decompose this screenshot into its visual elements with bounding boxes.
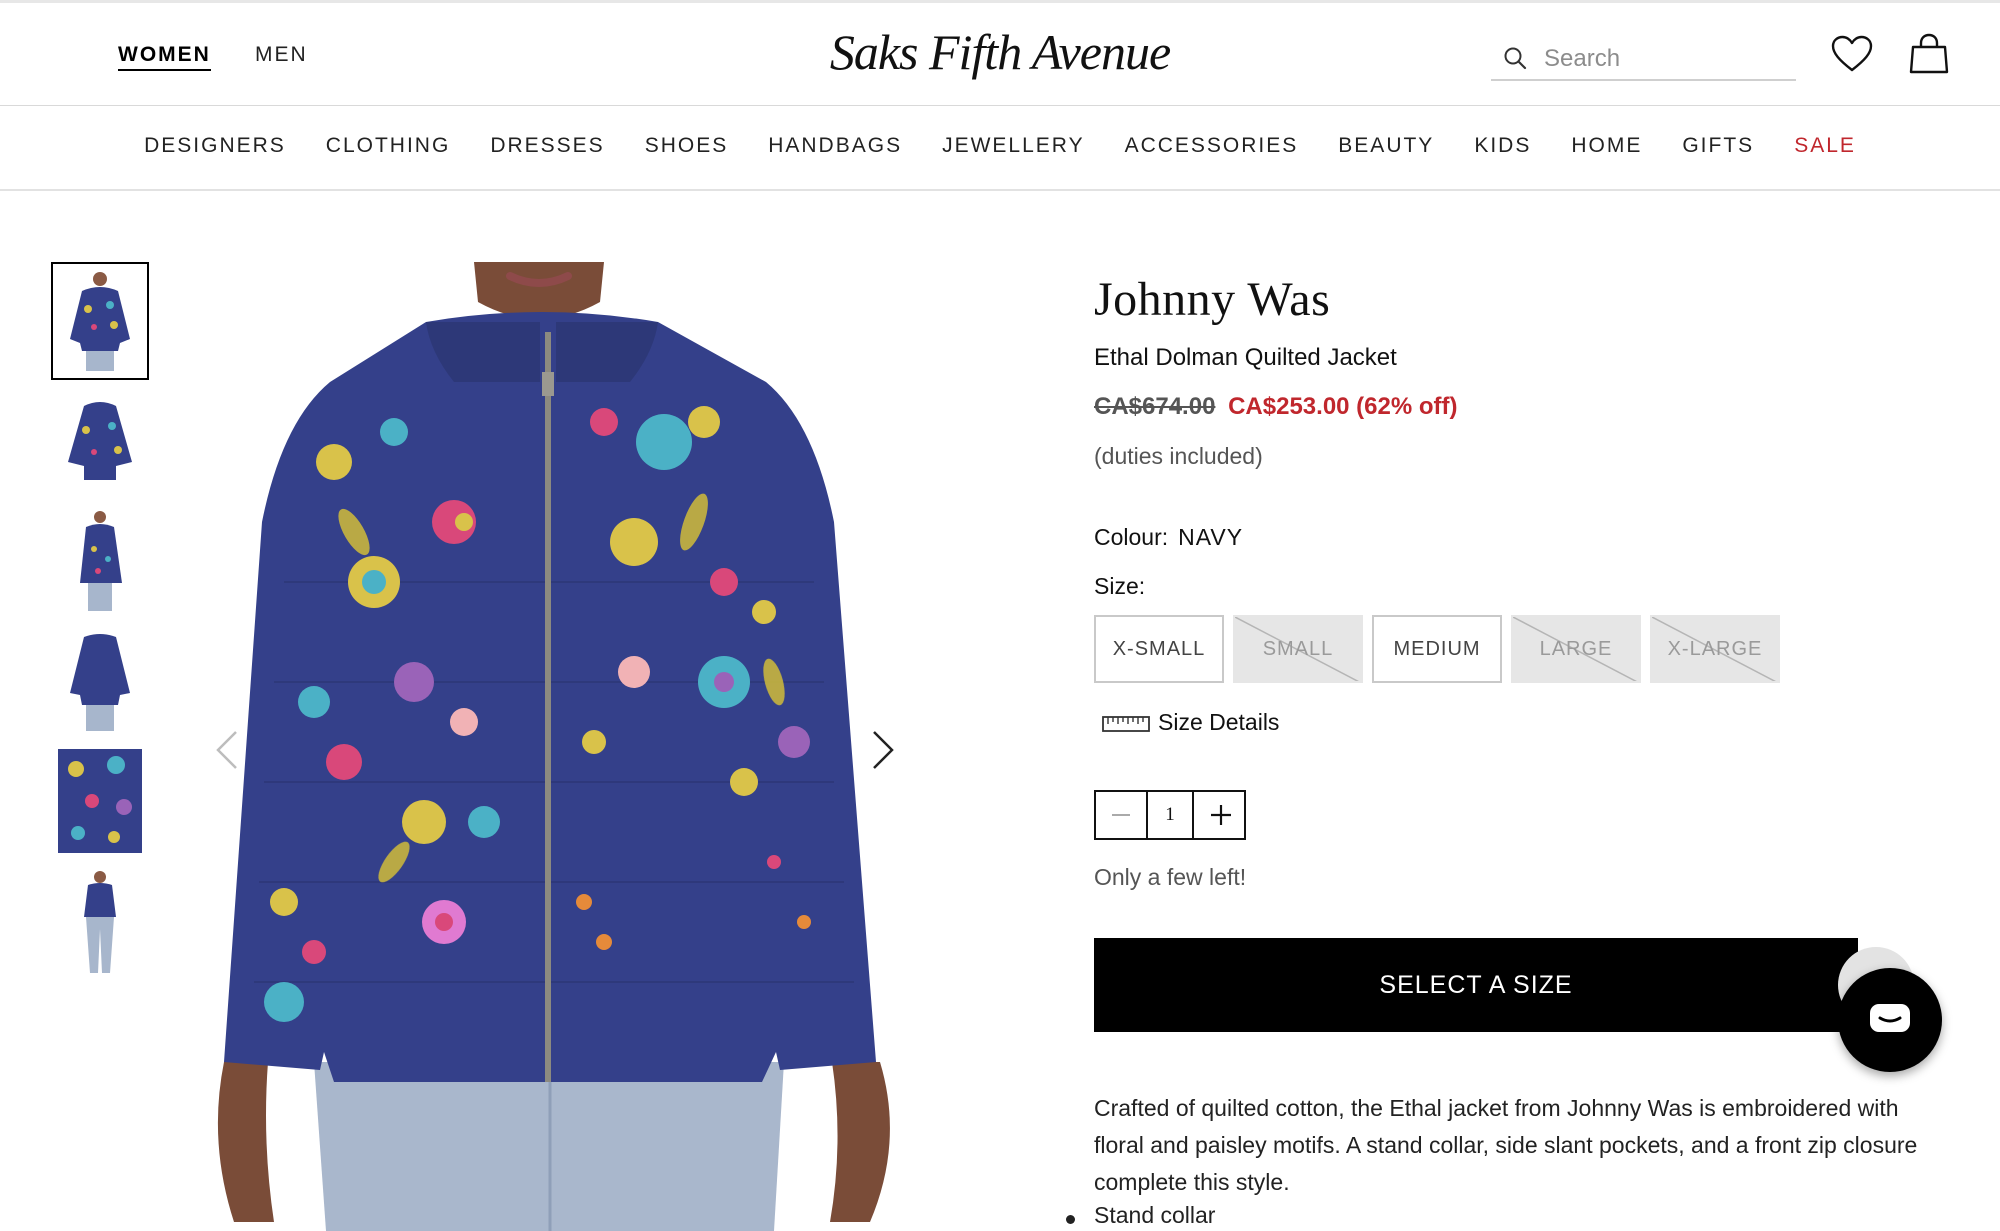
- product-description: Crafted of quilted cotton, the Ethal jac…: [1094, 1095, 1918, 1195]
- chat-button[interactable]: [1838, 968, 1942, 1072]
- size-option-large[interactable]: LARGE: [1511, 615, 1641, 683]
- brand-name[interactable]: Johnny Was: [1094, 272, 1330, 327]
- colour-label: Colour:: [1094, 524, 1169, 550]
- size-selector: X-SMALL SMALL MEDIUM LARGE X-LARGE: [1094, 615, 1854, 683]
- bag-icon[interactable]: [1908, 33, 1950, 80]
- nav-dresses[interactable]: DRESSES: [490, 134, 604, 158]
- minus-icon: [1112, 814, 1130, 816]
- size-option-small[interactable]: SMALL: [1233, 615, 1363, 683]
- nav-jewellery[interactable]: JEWELLERY: [942, 134, 1085, 158]
- thumbnail-1[interactable]: [51, 262, 149, 380]
- nav-beauty[interactable]: BEAUTY: [1338, 134, 1434, 158]
- nav-designers[interactable]: DESIGNERS: [144, 134, 286, 158]
- size-label: Size:: [1094, 573, 1146, 599]
- quantity-decrease-button[interactable]: [1096, 792, 1146, 838]
- search-icon: [1504, 47, 1527, 70]
- site-header: WOMEN MEN Saks Fifth Avenue: [0, 3, 2000, 106]
- nav-home[interactable]: HOME: [1571, 134, 1642, 158]
- colour-value: NAVY: [1178, 524, 1244, 550]
- bullet-dot: [1066, 1215, 1075, 1224]
- thumbnail-6[interactable]: [51, 862, 149, 980]
- quantity-stepper: 1: [1094, 790, 1246, 840]
- quantity-value[interactable]: 1: [1146, 792, 1194, 838]
- size-option-x-large[interactable]: X-LARGE: [1650, 615, 1780, 683]
- nav-kids[interactable]: KIDS: [1474, 134, 1531, 158]
- size-option-x-small[interactable]: X-SMALL: [1094, 615, 1224, 683]
- product-name: Ethal Dolman Quilted Jacket: [1094, 344, 1397, 371]
- heart-icon[interactable]: [1831, 35, 1873, 78]
- stock-note: Only a few left!: [1094, 864, 1247, 890]
- nav-handbags[interactable]: HANDBAGS: [768, 134, 902, 158]
- search-input[interactable]: [1542, 39, 1796, 79]
- sale-price: CA$253.00 (62% off): [1228, 393, 1458, 420]
- tab-men[interactable]: MEN: [255, 43, 308, 67]
- thumbnail-2[interactable]: [51, 382, 149, 500]
- select-size-button[interactable]: SELECT A SIZE: [1094, 938, 1858, 1032]
- nav-sale[interactable]: SALE: [1794, 134, 1856, 158]
- nav-clothing[interactable]: CLOTHING: [326, 134, 451, 158]
- nav-shoes[interactable]: SHOES: [645, 134, 729, 158]
- nav-accessories[interactable]: ACCESSORIES: [1125, 134, 1299, 158]
- chat-icon: [1870, 1004, 1910, 1032]
- product-main-image[interactable]: [164, 262, 940, 1231]
- plus-icon: [1211, 805, 1231, 825]
- price-block: CA$674.00 CA$253.00 (62% off): [1094, 393, 1458, 421]
- chevron-left-icon[interactable]: [216, 730, 238, 775]
- tab-women[interactable]: WOMEN: [118, 43, 211, 71]
- saks-logo[interactable]: Saks Fifth Avenue: [828, 15, 1172, 95]
- size-details-label: Size Details: [1158, 709, 1280, 735]
- chevron-right-icon[interactable]: [872, 730, 894, 775]
- feature-bullet: Stand collar: [1066, 1202, 1216, 1229]
- original-price: CA$674.00: [1094, 393, 1216, 420]
- nav-gifts[interactable]: GIFTS: [1682, 134, 1754, 158]
- feature-bullet-text: Stand collar: [1094, 1202, 1216, 1228]
- ruler-icon: [1102, 716, 1150, 732]
- size-option-medium[interactable]: MEDIUM: [1372, 615, 1502, 683]
- thumbnail-3[interactable]: [51, 502, 149, 620]
- search-box[interactable]: [1491, 39, 1796, 81]
- quantity-increase-button[interactable]: [1196, 792, 1246, 838]
- thumbnail-4[interactable]: [51, 622, 149, 740]
- duties-note: (duties included): [1094, 443, 1263, 469]
- colour-row: Colour: NAVY: [1094, 524, 1243, 551]
- category-nav: DESIGNERS CLOTHING DRESSES SHOES HANDBAG…: [0, 106, 2000, 191]
- logo-text: Saks Fifth Avenue: [830, 24, 1171, 80]
- thumbnail-5[interactable]: [51, 742, 149, 860]
